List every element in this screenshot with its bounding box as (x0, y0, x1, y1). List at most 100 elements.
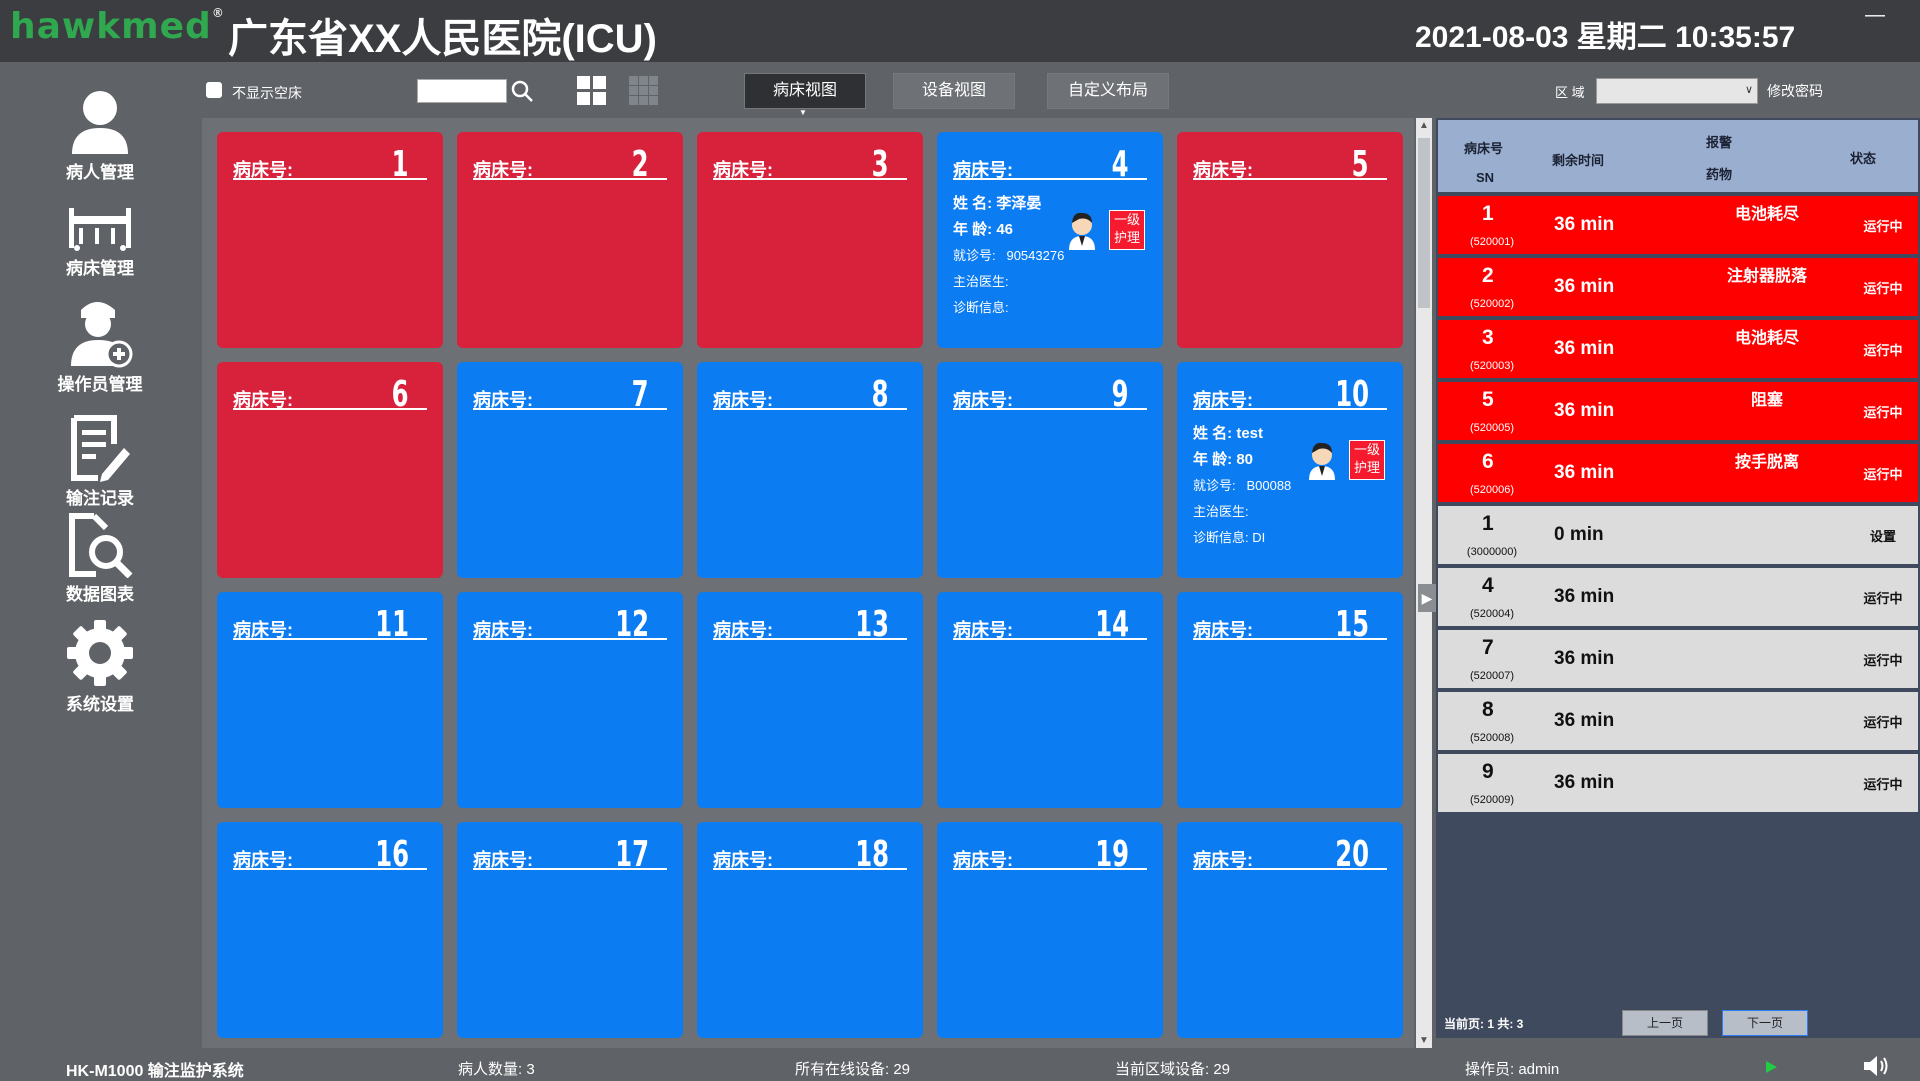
pager-info: 当前页: 1 共: 3 (1444, 1017, 1524, 1031)
header-sn: SN (1476, 170, 1495, 185)
sidebar-item-data[interactable]: 数据图表 (0, 512, 200, 624)
row-bed: 1 (1482, 202, 1494, 225)
diagnosis-value: DI (1252, 530, 1266, 545)
app-title: 广东省XX人民医院(ICU) (228, 17, 657, 61)
diagnosis-row: 诊断信息: (953, 297, 1009, 316)
bed-card-header: 病床号: 6 (233, 374, 427, 415)
minimize-button[interactable]: — (1860, 4, 1890, 26)
alarm-row[interactable]: 8 (520008) 36 min 运行中 (1438, 692, 1918, 750)
header-bed: 病床号 (1464, 141, 1504, 156)
sidebar-item-settings[interactable]: 系统设置 (0, 618, 200, 730)
alarm-row[interactable]: 2 (520002) 36 min 注射器脱落 运行中 (1438, 258, 1918, 316)
sidebar: 病人管理 病床管理 操作员管理 输注记录 数据图表 系统设置 (0, 62, 200, 1052)
bed-card[interactable]: 病床号: 4 姓 名: 李泽晏年 龄: 46 就诊号: 90543276 主治医生: 诊断… (937, 132, 1163, 348)
bed-card[interactable]: 病床号: 16 (217, 822, 443, 1038)
doctor-row: 主治医生: (1193, 501, 1249, 520)
scroll-up-icon[interactable]: ▲ (1419, 120, 1429, 131)
bed-card[interactable]: 病床号: 8 (697, 362, 923, 578)
sidebar-item-operator[interactable]: 操作员管理 (0, 294, 200, 406)
bed-number: 18 (855, 834, 889, 875)
age-label: 年 龄: (953, 221, 993, 238)
alarm-row[interactable]: 9 (520009) 36 min 运行中 (1438, 754, 1918, 812)
care-level-text: 一级 护理 (1113, 212, 1140, 245)
bed-card-header: 病床号: 15 (1193, 604, 1387, 645)
row-status: 运行中 (1863, 281, 1903, 296)
alarm-row[interactable]: 5 (520005) 36 min 阻塞 运行中 (1438, 382, 1918, 440)
collapse-panel-button[interactable]: ▶ (1418, 584, 1436, 612)
bed-card[interactable]: 病床号: 12 (457, 592, 683, 808)
bed-card[interactable]: 病床号: 15 (1177, 592, 1403, 808)
alarm-row[interactable]: 1 (3000000) 0 min 设置 (1438, 506, 1918, 564)
logo-text: hawkmed (10, 6, 212, 47)
bed-card[interactable]: 病床号: 18 (697, 822, 923, 1038)
hide-empty-checkbox[interactable] (206, 82, 222, 98)
bed-number: 16 (375, 834, 409, 875)
prev-page-button[interactable]: 上一页 (1622, 1010, 1708, 1036)
bed-number: 15 (1335, 604, 1369, 645)
alarm-row[interactable]: 1 (520001) 36 min 电池耗尽 运行中 (1438, 196, 1918, 254)
alarm-row[interactable]: 3 (520003) 36 min 电池耗尽 运行中 (1438, 320, 1918, 378)
bed-card[interactable]: 病床号: 7 (457, 362, 683, 578)
search-input[interactable] (417, 79, 507, 103)
scroll-thumb[interactable] (1418, 138, 1430, 308)
data-search-icon (69, 513, 133, 578)
bed-card[interactable]: 病床号: 17 (457, 822, 683, 1038)
name-label: 姓 名: (1193, 425, 1233, 442)
tab-custom-layout[interactable]: 自定义布局 (1047, 73, 1169, 109)
tab-device-view[interactable]: 设备视图 (893, 73, 1015, 109)
bed-number: 12 (615, 604, 649, 645)
area-select[interactable]: ∨ (1596, 78, 1758, 104)
bed-card[interactable]: 病床号: 14 (937, 592, 1163, 808)
logo: hawkmed® (10, 6, 225, 47)
online-devices: 所有在线设备: 29 (795, 1061, 911, 1078)
row-sn: (520002) (1469, 298, 1515, 310)
bed-card[interactable]: 病床号: 2 (457, 132, 683, 348)
bed-card-header: 病床号: 5 (1193, 144, 1387, 185)
bed-card[interactable]: 病床号: 1 (217, 132, 443, 348)
row-status: 设置 (1869, 529, 1896, 544)
bed-card[interactable]: 病床号: 20 (1177, 822, 1403, 1038)
tab-bed-view[interactable]: 病床视图 (744, 73, 866, 109)
sidebar-item-record[interactable]: 输注记录 (0, 414, 200, 526)
play-icon[interactable] (1764, 1060, 1778, 1074)
visit-number: 90543276 (1006, 248, 1065, 263)
bed-card-header: 病床号: 16 (233, 834, 427, 875)
bed-card[interactable]: 病床号: 11 (217, 592, 443, 808)
sidebar-item-label: 系统设置 (66, 695, 134, 714)
row-sn: (520008) (1469, 732, 1515, 744)
grid-large-icon[interactable] (576, 75, 608, 107)
bed-card[interactable]: 病床号: 9 (937, 362, 1163, 578)
bed-card[interactable]: 病床号: 19 (937, 822, 1163, 1038)
bed-card[interactable]: 病床号: 13 (697, 592, 923, 808)
sidebar-item-patient[interactable]: 病人管理 (0, 88, 200, 200)
bed-card[interactable]: 病床号: 6 (217, 362, 443, 578)
alarm-row[interactable]: 4 (520004) 36 min 运行中 (1438, 568, 1918, 626)
bed-label: 病床号: (713, 620, 773, 640)
speaker-icon[interactable] (1862, 1054, 1892, 1078)
row-sn: (520001) (1469, 236, 1515, 248)
bed-label: 病床号: (1193, 160, 1253, 180)
patient-avatar-icon (1309, 442, 1335, 480)
next-page-button[interactable]: 下一页 (1722, 1010, 1808, 1036)
search-icon[interactable] (510, 79, 534, 103)
row-sn: (520007) (1469, 670, 1515, 682)
bed-card[interactable]: 病床号: 3 (697, 132, 923, 348)
row-status: 运行中 (1863, 715, 1903, 730)
bed-card[interactable]: 病床号: 5 (1177, 132, 1403, 348)
bed-number: 8 (872, 374, 889, 415)
alarm-row[interactable]: 7 (520007) 36 min 运行中 (1438, 630, 1918, 688)
grid-small-icon[interactable] (628, 75, 660, 107)
alarm-row[interactable]: 6 (520006) 36 min 按手脱离 运行中 (1438, 444, 1918, 502)
bed-card-header: 病床号: 7 (473, 374, 667, 415)
sidebar-item-label: 操作员管理 (57, 375, 143, 394)
bed-card[interactable]: 病床号: 10 姓 名: test 年 龄: 80 就诊号: B00088 主治医生: 诊断… (1177, 362, 1403, 578)
bed-number: 10 (1335, 374, 1369, 415)
row-bed: 2 (1482, 264, 1494, 287)
scroll-down-icon[interactable]: ▼ (1419, 1035, 1429, 1046)
row-remaining: 36 min (1554, 772, 1615, 793)
bed-label: 病床号: (953, 850, 1013, 870)
change-password-link[interactable]: 修改密码 (1767, 81, 1823, 101)
scrollbar[interactable]: ▲ ▼ (1416, 118, 1432, 1048)
diagnosis-label: 诊断信息: (1193, 530, 1249, 545)
row-remaining: 36 min (1554, 276, 1615, 297)
